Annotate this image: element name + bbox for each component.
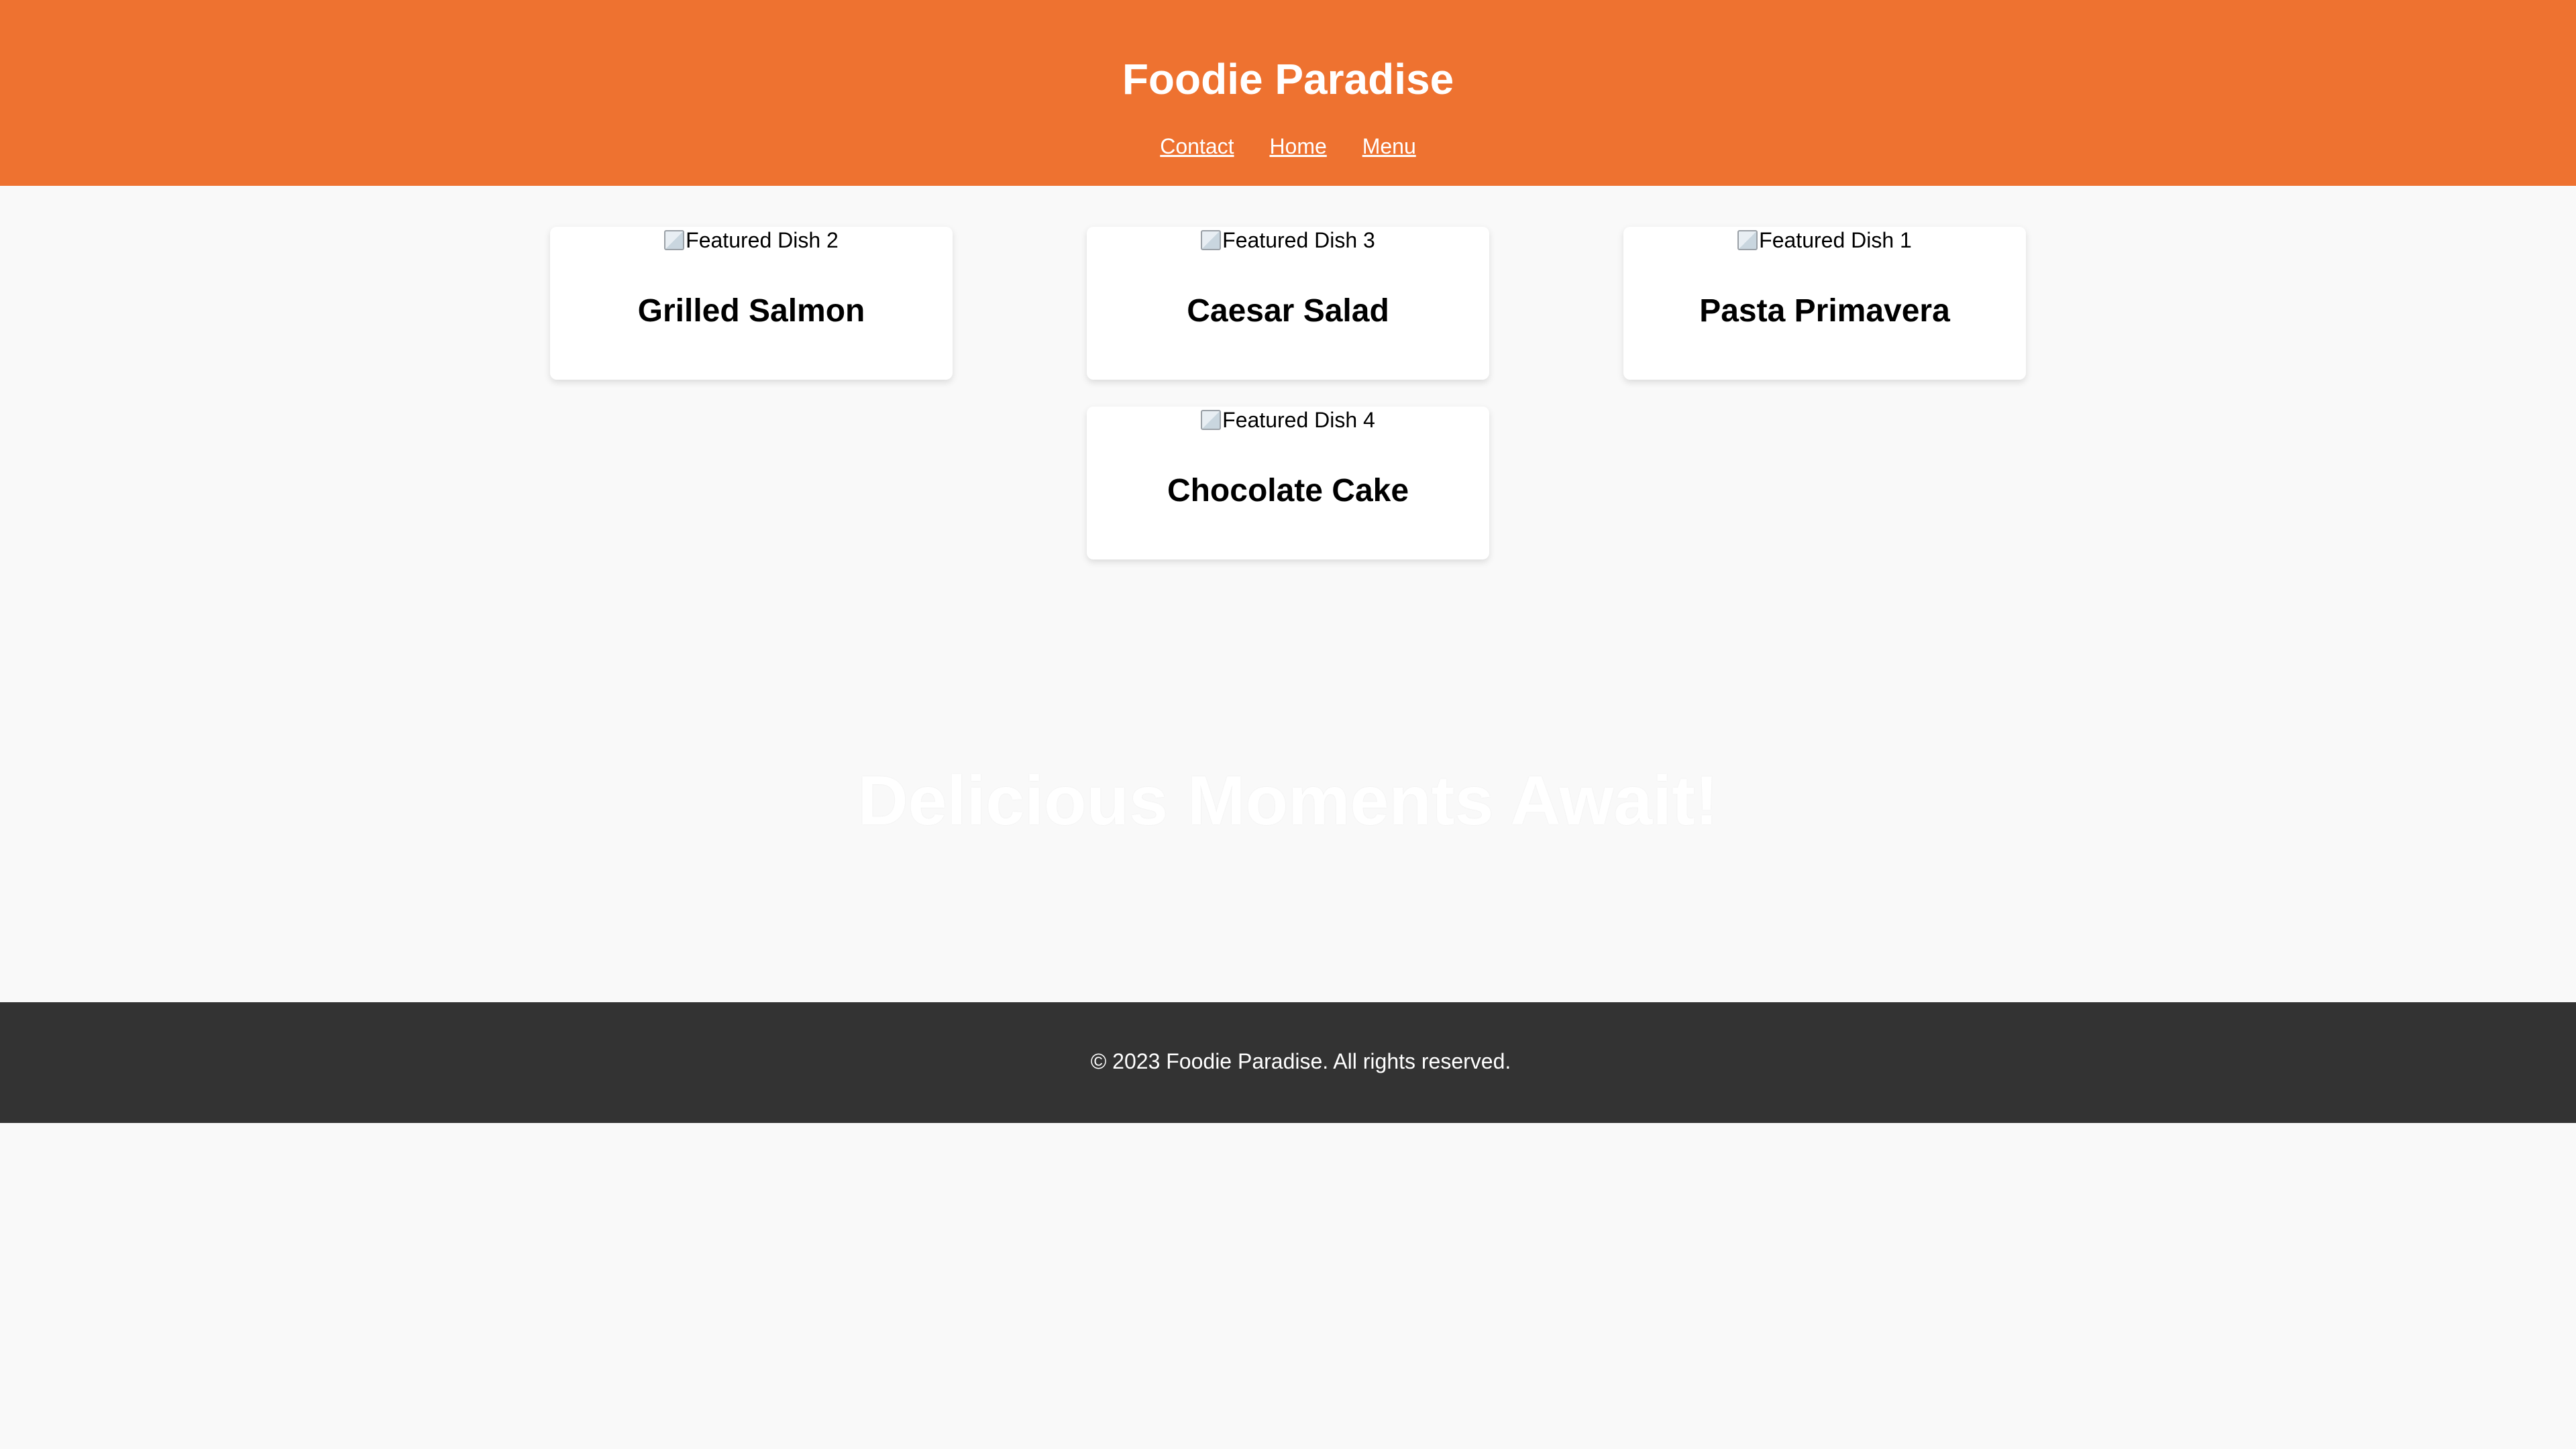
nav-link-contact[interactable]: Contact (1160, 134, 1234, 158)
nav-link-menu[interactable]: Menu (1362, 134, 1416, 158)
broken-image-icon (1737, 230, 1758, 250)
dish-image: Featured Dish 3 (1087, 227, 1489, 254)
dish-name: Caesar Salad (1187, 293, 1389, 329)
broken-image-icon (1201, 230, 1222, 250)
dish-image-alt: Featured Dish 2 (686, 228, 839, 252)
copyright-text: © 2023 Foodie Paradise. All rights reser… (1090, 1049, 1511, 1073)
dish-name: Chocolate Cake (1167, 473, 1409, 508)
site-header: Foodie Paradise Contact Home Menu (0, 0, 2576, 186)
dish-name: Grilled Salmon (637, 293, 865, 329)
dish-image-alt: Featured Dish 1 (1759, 228, 1912, 252)
nav-link-home[interactable]: Home (1269, 134, 1326, 158)
broken-image-icon (664, 230, 685, 250)
dish-image: Featured Dish 1 (1623, 227, 2026, 254)
dish-image: Featured Dish 4 (1087, 407, 1489, 433)
dish-name: Pasta Primavera (1699, 293, 1950, 329)
main-nav: Contact Home Menu (0, 133, 2576, 160)
dish-card: Featured Dish 2 Grilled Salmon (550, 227, 953, 380)
hero-heading: Delicious Moments Await! (857, 762, 1719, 840)
dish-card: Featured Dish 3 Caesar Salad (1087, 227, 1489, 380)
dish-card: Featured Dish 1 Pasta Primavera (1623, 227, 2026, 380)
dish-image: Featured Dish 2 (550, 227, 953, 254)
dish-image-alt: Featured Dish 3 (1222, 228, 1375, 252)
site-title: Foodie Paradise (1122, 55, 1454, 103)
dish-image-alt: Featured Dish 4 (1222, 408, 1375, 432)
broken-image-icon (1201, 410, 1222, 430)
dish-card: Featured Dish 4 Chocolate Cake (1087, 407, 1489, 559)
